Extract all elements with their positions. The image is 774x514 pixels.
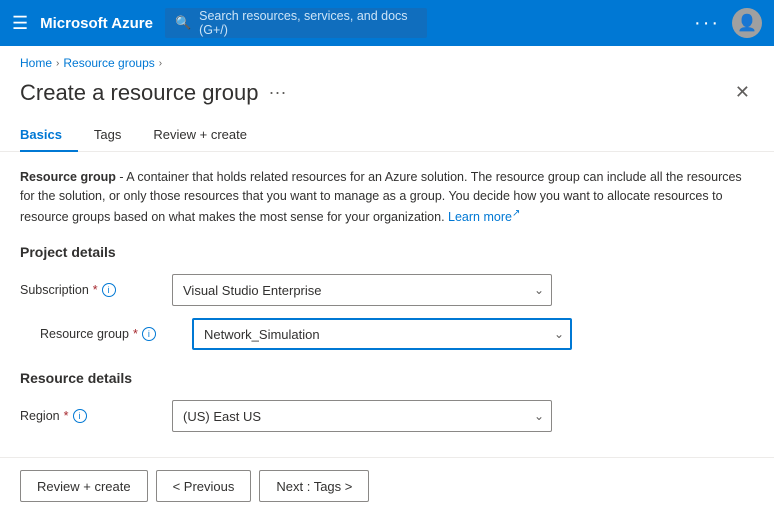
next-button[interactable]: Next : Tags > xyxy=(259,470,369,502)
resource-details-section: Resource details Region * i (US) East US… xyxy=(20,370,754,432)
review-create-button[interactable]: Review + create xyxy=(20,470,148,502)
panel-footer: Review + create < Previous Next : Tags > xyxy=(0,457,774,514)
external-link-icon: ↗ xyxy=(512,208,520,219)
subscription-row: Subscription * i Visual Studio Enterpris… xyxy=(20,274,754,306)
project-details-title: Project details xyxy=(20,244,754,260)
learn-more-link[interactable]: Learn more↗ xyxy=(448,210,520,224)
page-header: Create a resource group ··· ✕ xyxy=(0,74,774,107)
region-select[interactable]: (US) East US xyxy=(172,400,552,432)
hamburger-icon[interactable]: ☰ xyxy=(12,13,28,34)
breadcrumb: Home › Resource groups › xyxy=(0,46,774,74)
resource-group-required: * xyxy=(133,327,138,341)
resource-group-select[interactable]: Network_Simulation xyxy=(192,318,572,350)
app-title: Microsoft Azure xyxy=(40,15,153,32)
close-button[interactable]: ✕ xyxy=(731,78,754,107)
resource-group-select-wrapper: Network_Simulation ⌄ xyxy=(192,318,572,350)
region-info-icon[interactable]: i xyxy=(73,409,87,423)
panel-body: Resource group - A container that holds … xyxy=(0,152,774,457)
subscription-select-wrapper: Visual Studio Enterprise ⌄ xyxy=(172,274,552,306)
tab-tags[interactable]: Tags xyxy=(78,119,137,152)
page-more-options-icon[interactable]: ··· xyxy=(268,82,286,103)
resource-details-title: Resource details xyxy=(20,370,754,386)
search-placeholder-text: Search resources, services, and docs (G+… xyxy=(199,9,417,37)
resource-group-row: Resource group * i Network_Simulation ⌄ xyxy=(40,318,754,350)
resource-group-info-icon[interactable]: i xyxy=(142,327,156,341)
subscription-required: * xyxy=(93,283,98,297)
region-label: Region * i xyxy=(20,409,160,423)
description-bold: Resource group xyxy=(20,170,116,184)
avatar[interactable]: 👤 xyxy=(732,8,762,38)
description-text: Resource group - A container that holds … xyxy=(20,168,754,226)
tab-basics[interactable]: Basics xyxy=(20,119,78,152)
description-body: - A container that holds related resourc… xyxy=(20,170,742,224)
tab-bar: Basics Tags Review + create xyxy=(0,107,774,152)
search-bar[interactable]: 🔍 Search resources, services, and docs (… xyxy=(165,8,428,38)
breadcrumb-separator-2: › xyxy=(159,58,162,69)
breadcrumb-separator-1: › xyxy=(56,58,59,69)
nav-more-icon[interactable]: ··· xyxy=(694,12,720,35)
breadcrumb-home[interactable]: Home xyxy=(20,56,52,70)
main-content: Home › Resource groups › Create a resour… xyxy=(0,46,774,514)
subscription-info-icon[interactable]: i xyxy=(102,283,116,297)
region-required: * xyxy=(64,409,69,423)
tab-review-create[interactable]: Review + create xyxy=(137,119,263,152)
resource-group-label: Resource group * i xyxy=(40,327,180,341)
project-details-section: Project details Subscription * i Visual … xyxy=(20,244,754,350)
region-row: Region * i (US) East US ⌄ xyxy=(20,400,754,432)
top-navigation: ☰ Microsoft Azure 🔍 Search resources, se… xyxy=(0,0,774,46)
subscription-label: Subscription * i xyxy=(20,283,160,297)
avatar-icon: 👤 xyxy=(737,13,757,33)
breadcrumb-resource-groups[interactable]: Resource groups xyxy=(63,56,154,70)
region-select-wrapper: (US) East US ⌄ xyxy=(172,400,552,432)
previous-button[interactable]: < Previous xyxy=(156,470,252,502)
subscription-select[interactable]: Visual Studio Enterprise xyxy=(172,274,552,306)
search-icon: 🔍 xyxy=(175,15,191,31)
page-title: Create a resource group xyxy=(20,80,258,106)
